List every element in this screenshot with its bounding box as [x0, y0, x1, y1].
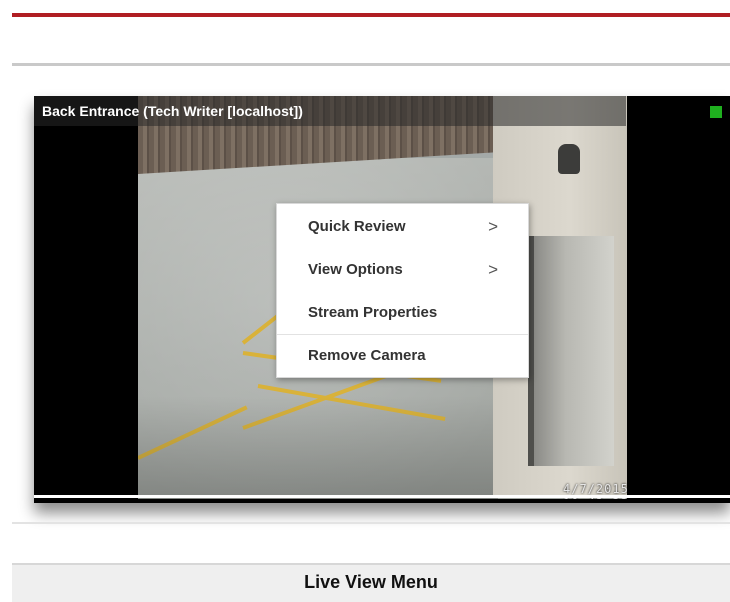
camera-title: Back Entrance (Tech Writer [localhost])	[42, 103, 303, 119]
section-divider	[12, 63, 730, 66]
connection-status-icon	[710, 106, 722, 118]
building-door	[528, 236, 614, 466]
chevron-right-icon: >	[488, 217, 498, 236]
menu-item-label: Remove Camera	[308, 347, 426, 364]
tile-bottom-border	[34, 495, 730, 498]
wall-lamp	[558, 144, 580, 174]
tile-title-bar: Back Entrance (Tech Writer [localhost])	[34, 96, 626, 126]
menu-item-view-options[interactable]: View Options >	[277, 251, 528, 289]
menu-item-remove-camera[interactable]: Remove Camera	[277, 337, 528, 375]
chevron-right-icon: >	[488, 260, 498, 279]
menu-item-label: View Options	[308, 261, 403, 278]
figure-caption-bar: Live View Menu	[12, 563, 730, 602]
menu-separator	[277, 334, 528, 335]
menu-item-quick-review[interactable]: Quick Review >	[277, 208, 528, 246]
caption-divider	[12, 522, 730, 524]
menu-item-stream-properties[interactable]: Stream Properties	[277, 294, 528, 332]
building-shadow	[138, 396, 498, 499]
header-rule	[12, 13, 730, 17]
menu-item-label: Quick Review	[308, 218, 406, 235]
live-view-context-menu: Quick Review > View Options > Stream Pro…	[276, 203, 529, 378]
figure-caption: Live View Menu	[304, 572, 438, 592]
menu-item-label: Stream Properties	[308, 304, 438, 321]
